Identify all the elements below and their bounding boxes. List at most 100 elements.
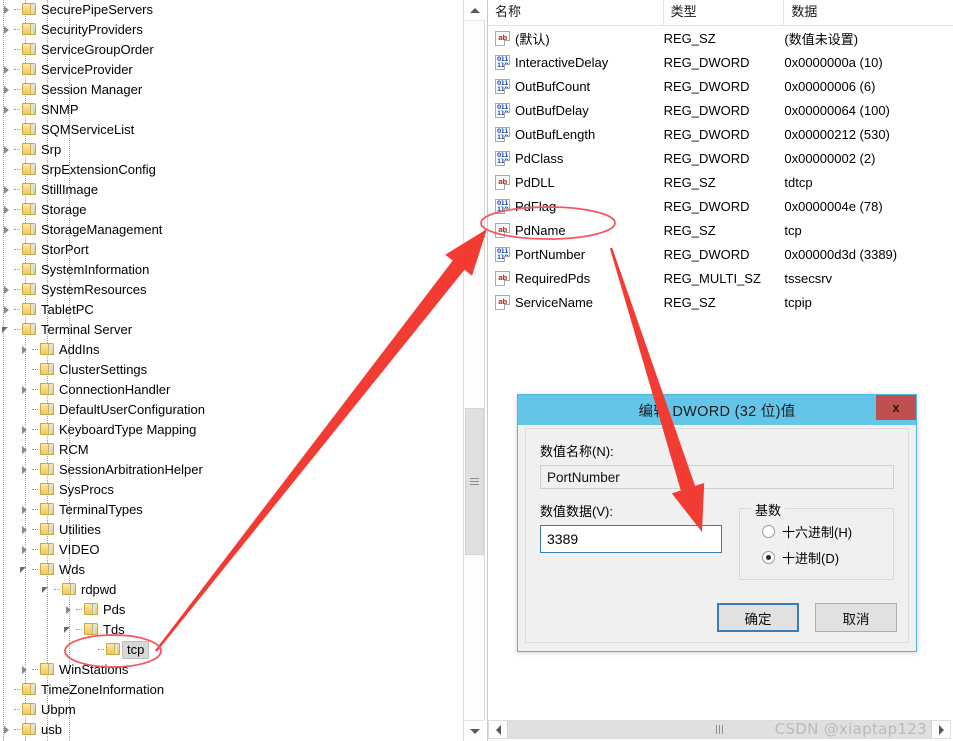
tree-item-serviceprovider[interactable]: ServiceProvider: [0, 60, 463, 80]
tree-vertical-scrollbar[interactable]: [463, 0, 485, 741]
tree-item-terminaltypes[interactable]: TerminalTypes: [0, 500, 463, 520]
tree-item-defaultuserconfiguration[interactable]: DefaultUserConfiguration: [0, 400, 463, 420]
expand-triangle-icon[interactable]: [18, 460, 32, 480]
tree-connector-icon: [32, 660, 39, 680]
expand-triangle-icon[interactable]: [18, 520, 32, 540]
tree-item-snmp[interactable]: SNMP: [0, 100, 463, 120]
tree-item-srpextensionconfig[interactable]: SrpExtensionConfig: [0, 160, 463, 180]
expand-triangle-icon[interactable]: [18, 380, 32, 400]
table-row[interactable]: 011 110 OutBufDelay REG_DWORD 0x00000064 (10…: [488, 98, 953, 122]
values-list[interactable]: ab (默认) REG_SZ (数值未设置) 011 110 InteractiveDela…: [488, 26, 953, 314]
tree-item-clustersettings[interactable]: ClusterSettings: [0, 360, 463, 380]
tree-item-wds[interactable]: Wds: [0, 560, 463, 580]
tree-item-terminal-server[interactable]: Terminal Server: [0, 320, 463, 340]
tree-item-winstations[interactable]: WinStations: [0, 660, 463, 680]
tree-item-ubpm[interactable]: Ubpm: [0, 700, 463, 720]
value-name-input[interactable]: [540, 465, 894, 489]
tree-item-session-manager[interactable]: Session Manager: [0, 80, 463, 100]
tree-item-connectionhandler[interactable]: ConnectionHandler: [0, 380, 463, 400]
expand-triangle-icon[interactable]: [0, 300, 14, 320]
table-row[interactable]: ab PdName REG_SZ tcp: [488, 218, 953, 242]
hscroll-right-button[interactable]: [932, 721, 950, 738]
expand-triangle-icon[interactable]: [62, 600, 76, 620]
table-row[interactable]: ab ServiceName REG_SZ tcpip: [488, 290, 953, 314]
close-icon[interactable]: x: [876, 395, 916, 420]
expand-triangle-icon[interactable]: [0, 720, 14, 740]
cancel-button[interactable]: 取消: [815, 603, 897, 632]
table-row[interactable]: 011 110 PdFlag REG_DWORD 0x0000004e (78): [488, 194, 953, 218]
expand-triangle-icon[interactable]: [0, 200, 14, 220]
value-data-input[interactable]: [540, 525, 722, 553]
edit-dword-dialog[interactable]: 编辑 DWORD (32 位)值 x 数值名称(N): 数值数据(V): 基数 …: [517, 394, 917, 652]
values-column-header[interactable]: 名称 类型 数据: [488, 0, 953, 26]
expand-triangle-icon[interactable]: [18, 440, 32, 460]
radio-decimal[interactable]: 十进制(D): [740, 544, 893, 570]
tree-item-stillimage[interactable]: StillImage: [0, 180, 463, 200]
tree-item-tabletpc[interactable]: TabletPC: [0, 300, 463, 320]
tree-item-srp[interactable]: Srp: [0, 140, 463, 160]
table-row[interactable]: 011 110 PdClass REG_DWORD 0x00000002 (2): [488, 146, 953, 170]
expand-triangle-icon[interactable]: [18, 500, 32, 520]
tree-item-sqmservicelist[interactable]: SQMServiceList: [0, 120, 463, 140]
expand-triangle-icon[interactable]: [0, 20, 14, 40]
tree-item-securepipeservers[interactable]: SecurePipeServers: [0, 0, 463, 20]
collapse-triangle-icon[interactable]: [62, 620, 76, 640]
expand-triangle-icon[interactable]: [0, 80, 14, 100]
column-header-type[interactable]: 类型: [664, 0, 785, 25]
tree-item-systeminformation[interactable]: SystemInformation: [0, 260, 463, 280]
table-row[interactable]: ab (默认) REG_SZ (数值未设置): [488, 26, 953, 50]
collapse-triangle-icon[interactable]: [0, 320, 14, 340]
tree-item-rdpwd[interactable]: rdpwd: [0, 580, 463, 600]
collapse-triangle-icon[interactable]: [18, 560, 32, 580]
expand-triangle-icon[interactable]: [0, 280, 14, 300]
tree-scroll-down-button[interactable]: [464, 720, 485, 741]
collapse-triangle-icon[interactable]: [40, 580, 54, 600]
tree-item-pds[interactable]: Pds: [0, 600, 463, 620]
tree-item-securityproviders[interactable]: SecurityProviders: [0, 20, 463, 40]
expand-triangle-icon[interactable]: [0, 100, 14, 120]
tree-item-keyboardtype-mapping[interactable]: KeyboardType Mapping: [0, 420, 463, 440]
table-row[interactable]: ab PdDLL REG_SZ tdtcp: [488, 170, 953, 194]
expand-triangle-icon[interactable]: [0, 220, 14, 240]
tree-item-storagemanagement[interactable]: StorageManagement: [0, 220, 463, 240]
tree-item-label: Terminal Server: [41, 322, 133, 337]
expand-triangle-icon[interactable]: [0, 0, 14, 20]
expand-triangle-icon[interactable]: [0, 140, 14, 160]
tree-item-addins[interactable]: AddIns: [0, 340, 463, 360]
tree-item-systemresources[interactable]: SystemResources: [0, 280, 463, 300]
value-name-text: InteractiveDelay: [515, 54, 609, 70]
table-row[interactable]: 011 110 InteractiveDelay REG_DWORD 0x0000000…: [488, 50, 953, 74]
expand-triangle-icon[interactable]: [0, 180, 14, 200]
tree-item-usb[interactable]: usb: [0, 720, 463, 740]
tree-item-sessionarbitrationhelper[interactable]: SessionArbitrationHelper: [0, 460, 463, 480]
tree-item-tds[interactable]: Tds: [0, 620, 463, 640]
ok-button[interactable]: 确定: [717, 603, 799, 632]
tree-item-tcp[interactable]: tcp: [0, 640, 463, 660]
table-row[interactable]: 011 110 OutBufLength REG_DWORD 0x00000212 (5…: [488, 122, 953, 146]
hscroll-left-button[interactable]: [489, 721, 507, 738]
tree-scroll-up-button[interactable]: [464, 0, 485, 21]
expand-triangle-icon[interactable]: [18, 420, 32, 440]
tree-item-utilities[interactable]: Utilities: [0, 520, 463, 540]
expand-triangle-icon[interactable]: [18, 340, 32, 360]
tree-item-storport[interactable]: StorPort: [0, 240, 463, 260]
table-row[interactable]: 011 110 PortNumber REG_DWORD 0x00000d3d (338…: [488, 242, 953, 266]
tree-item-sysprocs[interactable]: SysProcs: [0, 480, 463, 500]
tree-item-timezoneinformation[interactable]: TimeZoneInformation: [0, 680, 463, 700]
expand-triangle-icon[interactable]: [0, 60, 14, 80]
tree-scrollbar-thumb[interactable]: [465, 408, 484, 555]
expand-triangle-icon[interactable]: [18, 660, 32, 680]
tree-item-rcm[interactable]: RCM: [0, 440, 463, 460]
value-name-cell: ab (默认): [488, 29, 664, 48]
column-header-data[interactable]: 数据: [784, 0, 953, 25]
tree-connector-icon: [14, 180, 21, 200]
column-header-name[interactable]: 名称: [488, 0, 664, 25]
radio-hexadecimal[interactable]: 十六进制(H): [740, 518, 893, 544]
tree-item-storage[interactable]: Storage: [0, 200, 463, 220]
tree-item-video[interactable]: VIDEO: [0, 540, 463, 560]
table-row[interactable]: 011 110 OutBufCount REG_DWORD 0x00000006 (6): [488, 74, 953, 98]
table-row[interactable]: ab RequiredPds REG_MULTI_SZ tssecsrv: [488, 266, 953, 290]
expand-triangle-icon[interactable]: [18, 540, 32, 560]
tree-item-servicegrouporder[interactable]: ServiceGroupOrder: [0, 40, 463, 60]
registry-tree-pane[interactable]: SecurePipeServers SecurityProviders Servic…: [0, 0, 463, 741]
